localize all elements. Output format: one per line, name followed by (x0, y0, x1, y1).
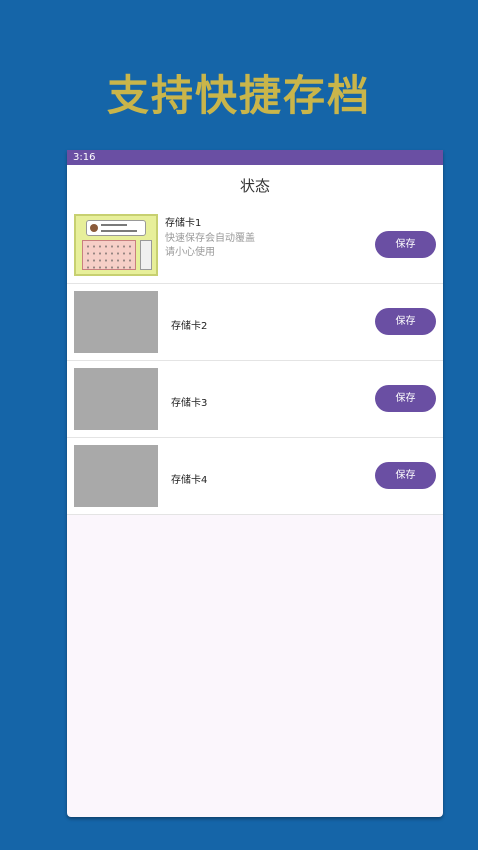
save-thumbnail-game (74, 214, 158, 276)
slot-desc-line: 请小心使用 (165, 247, 215, 258)
slot-desc-line: 快速保存会自动覆盖 (165, 233, 255, 244)
save-button[interactable]: 保存 (375, 231, 436, 258)
save-slot-2[interactable]: 存储卡2 保存 (67, 284, 443, 361)
status-time: 3:16 (73, 152, 96, 163)
character-face-graphic (90, 224, 98, 232)
status-bar: 3:16 (67, 150, 443, 165)
save-button[interactable]: 保存 (375, 308, 436, 335)
slot-title: 存储卡2 (171, 321, 208, 332)
dialog-line-graphic (101, 230, 137, 232)
side-panel-graphic (140, 240, 152, 270)
promo-headline: 支持快捷存档 (106, 71, 371, 120)
save-slot-3[interactable]: 存储卡3 保存 (67, 361, 443, 438)
save-button[interactable]: 保存 (375, 462, 436, 489)
save-slot-4[interactable]: 存储卡4 保存 (67, 438, 443, 515)
slot-title: 存储卡4 (171, 475, 208, 486)
app-bar: 状态 (67, 165, 443, 207)
dialog-box-graphic (86, 220, 146, 236)
save-thumbnail-empty (74, 291, 158, 353)
save-thumbnail-empty (74, 368, 158, 430)
save-thumbnail-empty (74, 445, 158, 507)
slot-title: 存储卡3 (171, 398, 208, 409)
keyboard-grid-graphic (82, 240, 136, 270)
slot-title: 存储卡1 (165, 218, 202, 229)
page-title: 状态 (239, 177, 270, 195)
save-button[interactable]: 保存 (375, 385, 436, 412)
phone-screen: 3:16 状态 存储卡1 快速保存会自动覆盖 请小心使用 保存 存储卡2 保存 … (67, 150, 443, 817)
slot-description: 快速保存会自动覆盖 请小心使用 (165, 232, 255, 260)
save-slot-1[interactable]: 存储卡1 快速保存会自动覆盖 请小心使用 保存 (67, 207, 443, 284)
dialog-line-graphic (101, 224, 127, 226)
